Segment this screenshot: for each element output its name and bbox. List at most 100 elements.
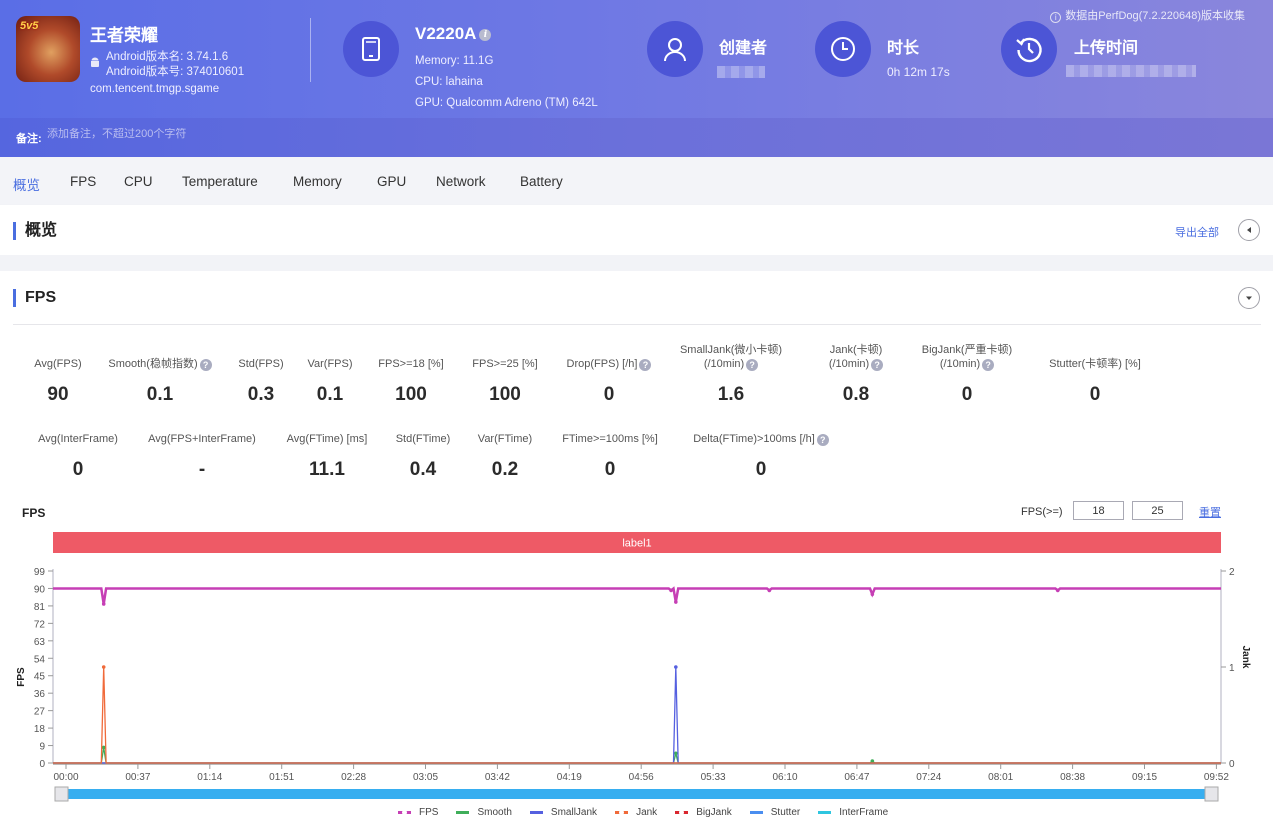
y-tick-label: 99 [34,567,46,578]
legend-swatch [749,811,763,814]
x-tick-label: 09:52 [1204,772,1229,783]
y-tick-label: 81 [34,602,46,613]
tab-fps[interactable]: FPS [70,174,96,189]
data-point-fps [669,588,673,593]
collapse-overview-button[interactable] [1238,219,1260,241]
app-name: 王者荣耀 [90,26,158,45]
upload-title: 上传时间 [1074,40,1139,57]
device-icon-circle [343,21,399,77]
legend-swatch [675,809,689,815]
x-tick-label: 01:51 [269,772,294,783]
note-label: 备注: [16,133,42,145]
data-point-fps [674,600,678,604]
android-icon [91,57,99,67]
user-icon [664,38,686,62]
legend-item-bigjank[interactable]: BigJank [675,807,732,818]
y-tick-label: 63 [34,637,46,648]
creator-title: 创建者 [719,40,768,57]
export-all-link[interactable]: 导出全部 [1175,224,1219,240]
legend-label: FPS [419,807,439,818]
y-axis-title: FPS [16,667,27,687]
zoom-slider-handle-right[interactable] [1204,786,1219,802]
y2-axis-title: Jank [1240,646,1251,669]
note-input[interactable] [47,128,347,140]
upload-icon-circle [1001,21,1057,77]
x-tick-label: 07:24 [916,772,941,783]
y-tick-label: 72 [34,619,46,630]
overview-card: 概览 导出全部 [0,205,1273,255]
upload-value-redacted [1066,65,1196,77]
fps-card: FPS Avg(FPS) 90 Smooth(稳帧指数)? 0.1 Std(FPS) 0.… [0,271,1273,823]
x-tick-label: 00:00 [53,772,78,783]
data-point-fps [767,588,772,593]
duration-icon-circle [815,21,871,77]
data-point-fps [870,592,875,597]
data-point-smooth [674,751,678,756]
y-tick-label: 18 [34,724,46,735]
y-tick-label: 9 [39,742,45,753]
series-line-smooth [53,747,1221,764]
legend-item-smalljank[interactable]: SmallJank [529,807,598,818]
y-tick-label: 54 [34,654,46,665]
x-tick-label: 08:01 [988,772,1013,783]
zoom-slider-handle-left[interactable] [54,786,69,802]
legend-item-jank[interactable]: Jank [615,807,657,818]
tab-gpu[interactable]: GPU [377,174,406,189]
legend-swatch [398,809,411,815]
tab-bar: 概览 FPS CPU Temperature Memory GPU Networ… [0,157,1273,204]
creator-value-redacted [717,66,765,78]
fps-chart: label1 0 9 18 27 36 45 54 63 72 81 90 99 0 1 2 FPS Jank 00… [16,532,1251,802]
x-tick-label: 00:37 [125,772,150,783]
data-point-jank [101,665,106,669]
tab-cpu[interactable]: CPU [124,174,153,189]
y2-tick-label: 2 [1229,567,1235,578]
legend-item-smooth[interactable]: Smooth [456,807,512,818]
overview-title: 概览 [13,222,57,240]
legend-label: BigJank [696,807,732,818]
legend-swatch [529,811,543,814]
x-tick-label: 02:28 [341,772,366,783]
series-line-jank [53,666,1221,764]
legend-swatch [818,811,832,814]
caret-left-icon [1247,227,1251,233]
report-header: 5v5 王者荣耀 Android版本名: 3.74.1.6 Android版本号… [0,0,1273,157]
data-point-smalljank [674,665,678,669]
legend-label: Smooth [477,807,512,818]
legend-item-stutter[interactable]: Stutter [749,807,801,818]
zoom-slider-track [58,789,1216,799]
y-tick-label: 27 [34,707,46,718]
x-tick-label: 04:56 [629,772,654,783]
creator-icon-circle [647,21,703,77]
device-info-icon[interactable]: i [479,29,492,41]
data-point-fps [101,602,106,606]
legend-label: Stutter [770,807,801,818]
y2-tick-label: 0 [1229,759,1235,770]
data-point-fps [1055,588,1060,593]
tab-memory[interactable]: Memory [293,174,342,189]
tab-network[interactable]: Network [436,174,486,189]
device-model: V2220A i [415,24,492,44]
y-tick-label: 0 [39,759,45,770]
history-icon [1016,37,1042,63]
tab-battery[interactable]: Battery [520,174,563,189]
data-point-smooth [870,759,875,763]
y-tick-label: 36 [34,689,46,700]
legend-item-interframe[interactable]: InterFrame [818,807,888,818]
device-cpu: CPU: lahaina [415,76,483,88]
legend-label: SmallJank [550,807,598,818]
y-tick-label: 90 [34,584,46,595]
app-icon: 5v5 [16,16,80,82]
legend-item-fps[interactable]: FPS [398,807,438,818]
tab-overview[interactable]: 概览 [13,174,40,194]
legend-label: InterFrame [839,807,889,818]
header-divider [310,18,311,82]
tab-temperature[interactable]: Temperature [182,174,258,189]
collected-by-text: 数据由PerfDog(7.2.220648)版本收集 [1065,10,1245,22]
x-tick-label: 06:10 [772,772,797,783]
tablet-icon [362,37,380,61]
label-band-text: label1 [622,538,651,550]
x-tick-label: 08:38 [1060,772,1085,783]
x-tick-label: 01:14 [197,772,222,783]
y-tick-label: 45 [34,672,46,683]
collected-by-note: i 数据由PerfDog(7.2.220648)版本收集 [1050,7,1245,23]
